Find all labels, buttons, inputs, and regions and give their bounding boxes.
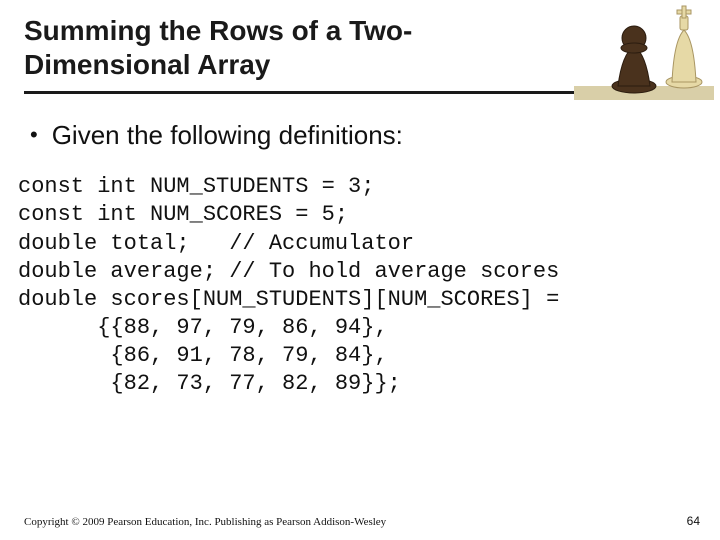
chess-pieces-image [574,0,714,100]
slide-title: Summing the Rows of a Two-Dimensional Ar… [24,14,504,81]
code-block: const int NUM_STUDENTS = 3; const int NU… [18,173,690,398]
slide-body: • Given the following definitions: const… [0,94,720,398]
page-number: 64 [687,514,700,528]
copyright-footer: Copyright © 2009 Pearson Education, Inc.… [24,516,386,528]
bullet-text: Given the following definitions: [52,120,403,151]
bullet-dot-icon: • [30,120,38,150]
slide-header: Summing the Rows of a Two-Dimensional Ar… [0,0,720,94]
bullet-item: • Given the following definitions: [30,120,690,151]
